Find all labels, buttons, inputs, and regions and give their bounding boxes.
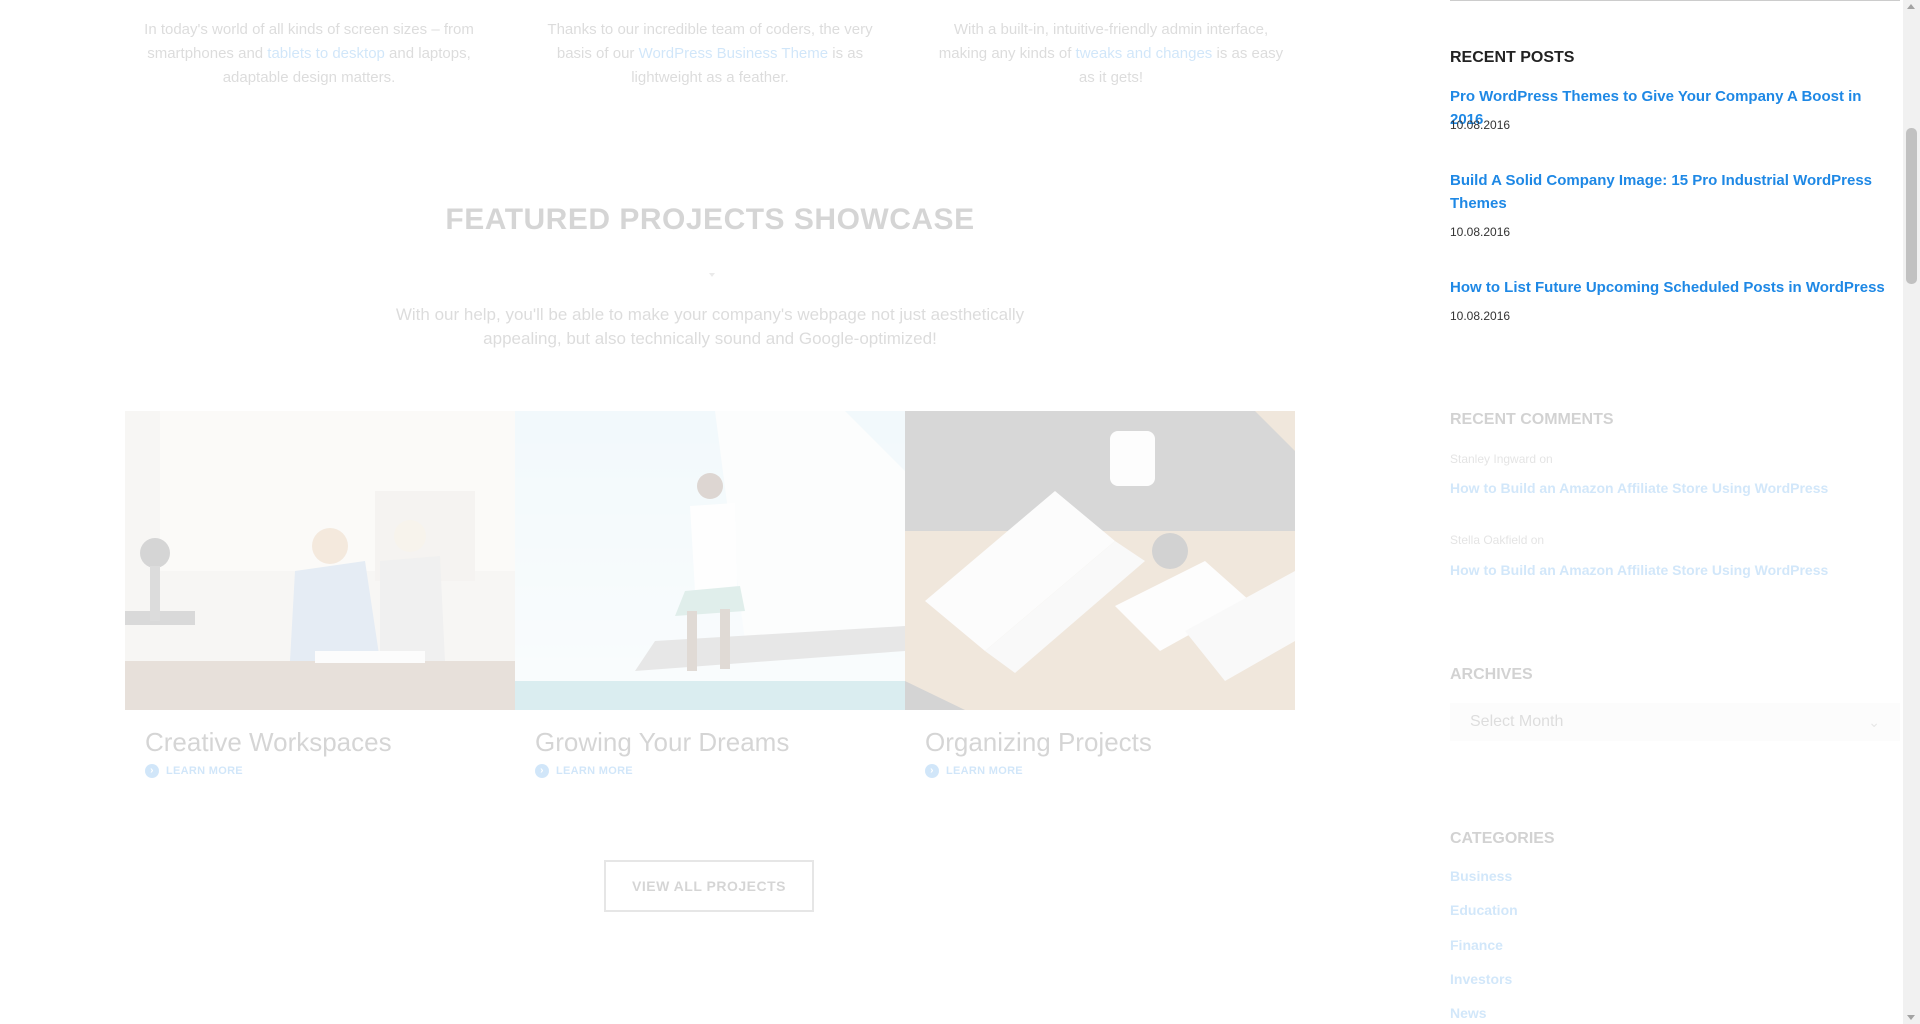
category-link[interactable]: Finance [1450, 937, 1503, 953]
comment-author: Stella Oakfield on [1450, 533, 1545, 547]
project-title[interactable]: Growing Your Dreams [535, 727, 789, 758]
chevron-down-icon: ⌄ [1868, 713, 1880, 730]
page-scrollbar[interactable] [1903, 0, 1920, 1024]
comment-post-link[interactable]: How to Build an Amazon Affiliate Store U… [1450, 480, 1828, 496]
arrow-right-icon: › [535, 764, 549, 778]
feature-link[interactable]: WordPress Business Theme [639, 45, 829, 62]
learn-more-link[interactable]: › LEARN MORE [145, 764, 243, 778]
learn-more-link[interactable]: › LEARN MORE [925, 764, 1023, 778]
scroll-up-arrow-icon[interactable] [1907, 4, 1915, 9]
learn-more-label: LEARN MORE [166, 765, 243, 777]
main-content: In today's world of all kinds of screen … [0, 0, 1425, 1024]
feature-link[interactable]: tweaks and changes [1076, 45, 1213, 62]
showcase-intro: With our help, you'll be able to make yo… [395, 305, 1025, 348]
recent-post-date: 10.08.2016 [1450, 225, 1511, 239]
recent-posts-title: RECENT POSTS [1450, 49, 1575, 66]
archives-select-value: Select Month [1470, 713, 1564, 730]
archives-title: ARCHIVES [1450, 666, 1533, 683]
feature-text-1: In today's world of all kinds of screen … [134, 18, 484, 90]
recent-post-link[interactable]: Pro WordPress Themes to Give Your Compan… [1450, 85, 1890, 131]
comment-post-link[interactable]: How to Build an Amazon Affiliate Store U… [1450, 562, 1828, 578]
category-link[interactable]: Business [1450, 868, 1512, 884]
learn-more-link[interactable]: › LEARN MORE [535, 764, 633, 778]
learn-more-label: LEARN MORE [946, 765, 1023, 777]
categories-title: CATEGORIES [1450, 830, 1555, 847]
feature-text-2: Thanks to our incredible team of coders,… [535, 18, 885, 90]
divider [1450, 0, 1900, 1]
category-link[interactable]: Investors [1450, 971, 1512, 987]
project-image-creative-workspaces[interactable] [125, 411, 515, 710]
view-all-projects-button[interactable]: VIEW ALL PROJECTS [604, 860, 814, 912]
scroll-down-arrow-icon[interactable] [1907, 1015, 1915, 1020]
arrow-right-icon: › [925, 764, 939, 778]
recent-post-link[interactable]: Build A Solid Company Image: 15 Pro Indu… [1450, 169, 1890, 215]
comment-author: Stanley Ingward on [1450, 452, 1553, 466]
recent-post-date: 10.08.2016 [1450, 309, 1511, 323]
scrollbar-thumb[interactable] [1906, 128, 1917, 284]
project-title[interactable]: Creative Workspaces [145, 727, 392, 758]
sidebar: RECENT POSTS Pro WordPress Themes to Giv… [1450, 0, 1900, 1024]
arrow-right-icon: › [145, 764, 159, 778]
project-title[interactable]: Organizing Projects [925, 727, 1152, 758]
recent-comments-title: RECENT COMMENTS [1450, 411, 1614, 428]
project-image-organizing-projects[interactable] [905, 411, 1295, 710]
recent-post-link[interactable]: How to List Future Upcoming Scheduled Po… [1450, 276, 1890, 299]
archives-select[interactable]: Select Month ⌄ [1450, 703, 1900, 741]
feature-link[interactable]: tablets to desktop [267, 45, 385, 62]
title-separator [709, 273, 715, 277]
showcase-title: FEATURED PROJECTS SHOWCASE [445, 203, 975, 236]
category-link[interactable]: News [1450, 1005, 1487, 1021]
feature-text-3: With a built-in, intuitive-friendly admi… [936, 18, 1286, 90]
category-link[interactable]: Education [1450, 902, 1518, 918]
recent-post-date: 10.08.2016 [1450, 118, 1511, 132]
project-image-growing-your-dreams[interactable] [515, 411, 905, 710]
learn-more-label: LEARN MORE [556, 765, 633, 777]
